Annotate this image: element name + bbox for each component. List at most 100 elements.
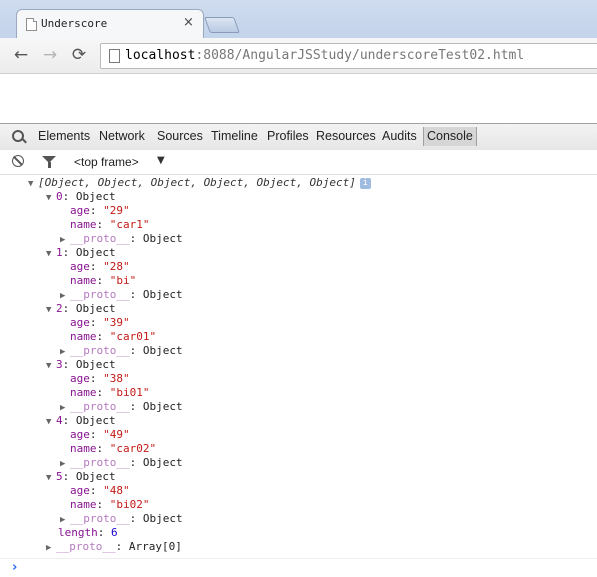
expand-triangle-icon[interactable]: ▶ — [60, 401, 70, 415]
separator: : — [129, 232, 143, 245]
property-value: "bi02" — [109, 498, 150, 511]
proto-row[interactable]: ▶ __proto__: Object — [60, 344, 183, 358]
object-row[interactable]: ▼ 5: Object — [46, 470, 116, 484]
property-row[interactable]: name: "car1" — [70, 218, 150, 232]
length-key: length — [58, 526, 98, 539]
tab-profiles[interactable]: Profiles — [267, 129, 309, 143]
tab-elements[interactable]: Elements — [38, 129, 90, 143]
object-type: Object — [75, 246, 116, 259]
expand-triangle-icon[interactable]: ▶ — [60, 289, 70, 303]
length-value: 6 — [111, 526, 118, 539]
tab-sources[interactable]: Sources — [157, 129, 203, 143]
expand-triangle-icon[interactable]: ▼ — [46, 359, 56, 373]
proto-value: Object — [142, 456, 183, 469]
url-text[interactable]: localhost:8088/AngularJSStudy/underscore… — [125, 48, 524, 63]
separator: : — [129, 456, 143, 469]
separator: : — [97, 526, 111, 539]
new-tab-button[interactable] — [204, 17, 240, 33]
proto-row[interactable]: ▶ __proto__: Object — [60, 400, 183, 414]
expand-triangle-icon[interactable]: ▼ — [28, 177, 38, 191]
object-row[interactable]: ▼ 2: Object — [46, 302, 116, 316]
property-row[interactable]: age: "28" — [70, 260, 130, 274]
separator: : — [89, 260, 104, 273]
object-row[interactable]: ▼ 1: Object — [46, 246, 116, 260]
chevron-down-icon[interactable]: ▼ — [157, 155, 165, 166]
array-summary-row[interactable]: ▼ [Object, Object, Object, Object, Object… — [28, 176, 371, 190]
expand-triangle-icon[interactable]: ▶ — [60, 457, 70, 471]
property-key: age — [70, 484, 90, 497]
object-type: Object — [75, 302, 116, 315]
property-row[interactable]: name: "bi" — [70, 274, 136, 288]
proto-key: __proto__ — [56, 540, 116, 553]
separator: : — [129, 344, 143, 357]
page-icon — [109, 49, 120, 63]
property-row[interactable]: name: "bi02" — [70, 498, 150, 512]
reload-icon[interactable]: ⟳ — [69, 45, 89, 65]
expand-triangle-icon[interactable]: ▼ — [46, 471, 56, 485]
proto-row[interactable]: ▶ __proto__: Object — [60, 232, 183, 246]
object-index: 1 — [56, 246, 63, 259]
property-row[interactable]: age: "38" — [70, 372, 130, 386]
info-icon[interactable]: i — [359, 178, 371, 189]
proto-key: __proto__ — [70, 400, 130, 413]
property-key: name — [70, 386, 97, 399]
property-row[interactable]: name: "car01" — [70, 330, 156, 344]
separator: : — [62, 246, 76, 259]
url-path: :8088/AngularJSStudy/underscoreTest02.ht… — [195, 48, 525, 63]
object-row[interactable]: ▼ 3: Object — [46, 358, 116, 372]
proto-row[interactable]: ▶ __proto__: Object — [60, 288, 183, 302]
proto-key: __proto__ — [70, 288, 130, 301]
property-row[interactable]: age: "49" — [70, 428, 130, 442]
expand-triangle-icon[interactable]: ▶ — [60, 233, 70, 247]
property-row[interactable]: age: "39" — [70, 316, 130, 330]
property-row[interactable]: name: "car02" — [70, 442, 156, 456]
tab-audits[interactable]: Audits — [382, 129, 417, 143]
separator: : — [96, 386, 110, 399]
property-row[interactable]: age: "29" — [70, 204, 130, 218]
expand-triangle-icon[interactable]: ▶ — [46, 541, 56, 555]
browser-tab[interactable]: Underscore × — [16, 9, 204, 40]
property-value: "car02" — [109, 442, 157, 455]
close-icon[interactable]: × — [183, 15, 194, 30]
separator: : — [96, 274, 110, 287]
separator: : — [96, 218, 110, 231]
separator: : — [89, 428, 104, 441]
expand-triangle-icon[interactable]: ▼ — [46, 415, 56, 429]
tab-title: Underscore — [41, 17, 108, 30]
console-prompt[interactable]: › — [0, 558, 597, 577]
object-row[interactable]: ▼ 0: Object — [46, 190, 116, 204]
property-value: "car1" — [109, 218, 150, 231]
clear-console-icon[interactable] — [12, 155, 24, 167]
tab-resources[interactable]: Resources — [316, 129, 376, 143]
expand-triangle-icon[interactable]: ▶ — [60, 345, 70, 359]
proto-row[interactable]: ▶ __proto__: Object — [60, 456, 183, 470]
forward-arrow-icon[interactable]: → — [40, 45, 60, 65]
devtools-tabbar: Elements Network Sources Timeline Profil… — [0, 123, 597, 151]
separator: : — [129, 400, 143, 413]
expand-triangle-icon[interactable]: ▼ — [46, 191, 56, 205]
length-row[interactable]: length: 6 — [58, 526, 118, 540]
expand-triangle-icon[interactable]: ▼ — [46, 303, 56, 317]
tab-network[interactable]: Network — [99, 129, 145, 143]
expand-triangle-icon[interactable]: ▶ — [60, 513, 70, 527]
back-arrow-icon[interactable]: ← — [11, 45, 31, 65]
proto-value: Object — [142, 344, 183, 357]
array-proto-row[interactable]: ▶ __proto__: Array[0] — [46, 540, 182, 554]
property-row[interactable]: name: "bi01" — [70, 386, 150, 400]
tab-timeline[interactable]: Timeline — [211, 129, 258, 143]
tab-console[interactable]: Console — [423, 127, 477, 146]
object-index: 2 — [56, 302, 63, 315]
array-summary: [Object, Object, Object, Object, Object,… — [38, 176, 356, 189]
proto-value: Object — [142, 288, 183, 301]
address-bar[interactable]: localhost:8088/AngularJSStudy/underscore… — [100, 43, 597, 69]
frame-selector[interactable]: <top frame> — [74, 155, 139, 169]
property-row[interactable]: age: "48" — [70, 484, 130, 498]
proto-row[interactable]: ▶ __proto__: Object — [60, 512, 183, 526]
expand-triangle-icon[interactable]: ▼ — [46, 247, 56, 261]
property-key: name — [70, 218, 97, 231]
filter-icon[interactable] — [42, 156, 56, 168]
prompt-icon: › — [12, 560, 18, 575]
search-icon[interactable] — [12, 130, 24, 142]
page-icon — [26, 18, 37, 31]
object-row[interactable]: ▼ 4: Object — [46, 414, 116, 428]
